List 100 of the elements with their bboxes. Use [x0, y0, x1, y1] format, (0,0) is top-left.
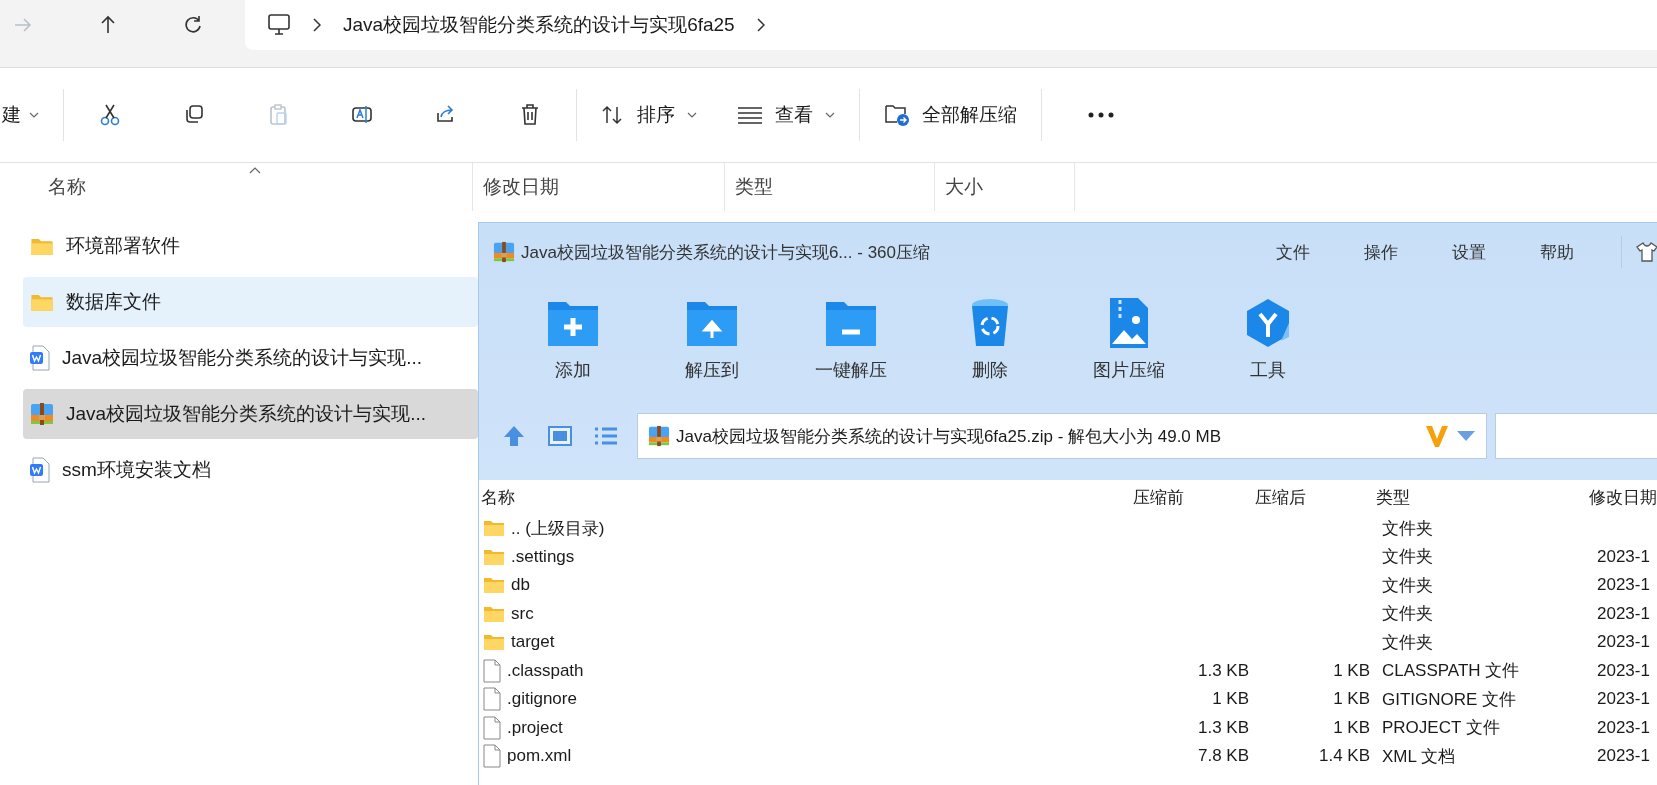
extract-all-button[interactable]: 全部解压缩 — [864, 90, 1037, 140]
file-name: pom.xml — [507, 746, 572, 767]
type-text: 文件夹 — [1382, 547, 1433, 567]
type-text: 文件夹 — [1382, 518, 1433, 538]
column-header[interactable]: 修改日期 — [1587, 485, 1657, 509]
list-icon — [737, 106, 763, 124]
archive-icon — [648, 425, 670, 447]
type-text: XML 文档 — [1382, 746, 1456, 766]
file-name: src — [511, 603, 534, 624]
folder-icon — [483, 547, 505, 566]
menu-item[interactable]: 帮助 — [1513, 235, 1601, 269]
document-icon — [30, 345, 50, 371]
sort-button[interactable]: 排序 — [581, 90, 717, 140]
type-text: GITIGNORE 文件 — [1382, 689, 1517, 709]
menu-item[interactable]: 设置 — [1425, 235, 1513, 269]
folder-icon — [483, 604, 505, 623]
folder-icon — [30, 236, 54, 256]
date-text: 2023-1 — [1597, 632, 1650, 652]
archive-row[interactable]: .project 1.3 KB 1 KB PROJECT 文件 2023-1 — [479, 713, 1657, 742]
file-name: .gitignore — [507, 689, 577, 710]
file-row[interactable]: 数据库文件 — [23, 277, 478, 327]
computer-icon — [267, 14, 291, 36]
file-name: 环境部署软件 — [66, 234, 180, 258]
v-logo-icon — [1424, 423, 1450, 449]
date-text: 2023-1 — [1597, 746, 1650, 766]
packed-size-text: 1 KB — [1333, 660, 1370, 680]
address-bar[interactable]: Java校园垃圾智能分类系统的设计与实现6fa25 — [245, 0, 1657, 50]
column-header[interactable]: 名称 — [479, 485, 1131, 509]
archive-row[interactable]: .settings 文件夹 2023-1 — [479, 542, 1657, 571]
file-name: .. (上级目录) — [511, 517, 605, 540]
file-row[interactable]: Java校园垃圾智能分类系统的设计与实现... — [23, 389, 478, 439]
packed-size-text: 1 KB — [1333, 717, 1370, 737]
toolbar-button[interactable]: 一键解压 — [781, 281, 920, 396]
type-text: PROJECT 文件 — [1382, 718, 1500, 738]
chevron-icon — [313, 18, 321, 32]
file-name: 数据库文件 — [66, 290, 161, 314]
path-text: Java校园垃圾智能分类系统的设计与实现6fa25 — [343, 13, 735, 37]
archive-row[interactable]: src 文件夹 2023-1 — [479, 599, 1657, 628]
toolbar-button[interactable]: 工具 — [1198, 281, 1337, 396]
type-text: 文件夹 — [1382, 604, 1433, 624]
column-header[interactable]: 类型 — [1374, 485, 1587, 509]
file-name: db — [511, 575, 530, 596]
date-text: 2023-1 — [1597, 603, 1650, 623]
size-text: 7.8 KB — [1197, 746, 1249, 766]
archive-row[interactable]: pom.xml 7.8 KB 1.4 KB XML 文档 2023-1 — [479, 742, 1657, 771]
toolbar-button[interactable]: 解压到 — [642, 281, 781, 396]
folder-icon — [30, 292, 54, 312]
type-text: 文件夹 — [1382, 575, 1433, 595]
column-header[interactable]: 类型 — [725, 163, 935, 211]
file-icon — [483, 744, 501, 769]
menu-item[interactable]: 操作 — [1337, 235, 1425, 269]
archive-row[interactable]: target 文件夹 2023-1 — [479, 628, 1657, 657]
view-button[interactable]: 查看 — [717, 90, 855, 140]
size-text: 1 KB — [1212, 689, 1249, 709]
sort-caret-icon — [249, 167, 261, 174]
path-field[interactable]: Java校园垃圾智能分类系统的设计与实现6fa25.zip - 解包大小为 49.0 MB — [637, 413, 1487, 459]
date-text: 2023-1 — [1597, 575, 1650, 595]
archive-icon — [493, 241, 515, 263]
chevron-icon — [756, 18, 765, 32]
column-header[interactable]: 大小 — [935, 163, 1075, 211]
archive-row[interactable]: .gitignore 1 KB 1 KB GITIGNORE 文件 2023-1 — [479, 685, 1657, 714]
window-title: Java校园垃圾智能分类系统的设计与实现6... - 360压缩 — [521, 241, 930, 264]
caret-icon — [687, 112, 697, 118]
type-text: CLASSPATH 文件 — [1382, 661, 1520, 681]
file-name: .classpath — [507, 660, 584, 681]
file-row[interactable]: Java校园垃圾智能分类系统的设计与实现... — [23, 333, 478, 383]
date-text: 2023-1 — [1597, 689, 1650, 709]
packed-size-text: 1.4 KB — [1318, 746, 1370, 766]
date-text: 2023-1 — [1597, 717, 1650, 737]
date-text: 2023-1 — [1597, 546, 1650, 566]
size-text: 1.3 KB — [1197, 660, 1249, 680]
file-name: target — [511, 632, 555, 653]
menu-item[interactable]: 文件 — [1249, 235, 1337, 269]
new-button[interactable]: 建 — [2, 90, 59, 140]
column-header[interactable]: 压缩后 — [1253, 485, 1374, 509]
shirt-icon[interactable] — [1636, 241, 1657, 263]
dropdown-icon[interactable] — [1456, 430, 1476, 442]
file-row[interactable]: ssm环境安装文档 — [23, 445, 478, 495]
file-row[interactable]: 环境部署软件 — [23, 221, 478, 271]
cut-icon[interactable] — [99, 103, 121, 127]
folder-icon — [483, 576, 505, 595]
column-header[interactable]: 压缩前 — [1131, 485, 1253, 509]
toolbar-button[interactable]: 添加 — [503, 281, 642, 396]
file-name: ssm环境安装文档 — [62, 458, 211, 482]
column-header[interactable]: 修改日期 — [473, 163, 725, 211]
column-header[interactable]: 名称 — [0, 163, 473, 211]
file-icon — [483, 658, 501, 683]
archive-row[interactable]: db 文件夹 2023-1 — [479, 571, 1657, 600]
archive-row[interactable]: .classpath 1.3 KB 1 KB CLASSPATH 文件 2023-1 — [479, 656, 1657, 685]
sort-icon — [601, 105, 625, 125]
toolbar-button[interactable]: 删除 — [920, 281, 1059, 396]
search-field[interactable] — [1495, 413, 1657, 459]
packed-size-text: 1 KB — [1333, 689, 1370, 709]
file-name: Java校园垃圾智能分类系统的设计与实现... — [66, 402, 426, 426]
archive-row[interactable]: .. (上级目录) 文件夹 — [479, 514, 1657, 543]
file-name: Java校园垃圾智能分类系统的设计与实现... — [62, 346, 422, 370]
refresh-icon[interactable] — [182, 15, 203, 35]
type-text: 文件夹 — [1382, 632, 1433, 652]
toolbar-button[interactable]: 图片压缩 — [1059, 281, 1198, 396]
delete-icon[interactable] — [519, 103, 541, 127]
